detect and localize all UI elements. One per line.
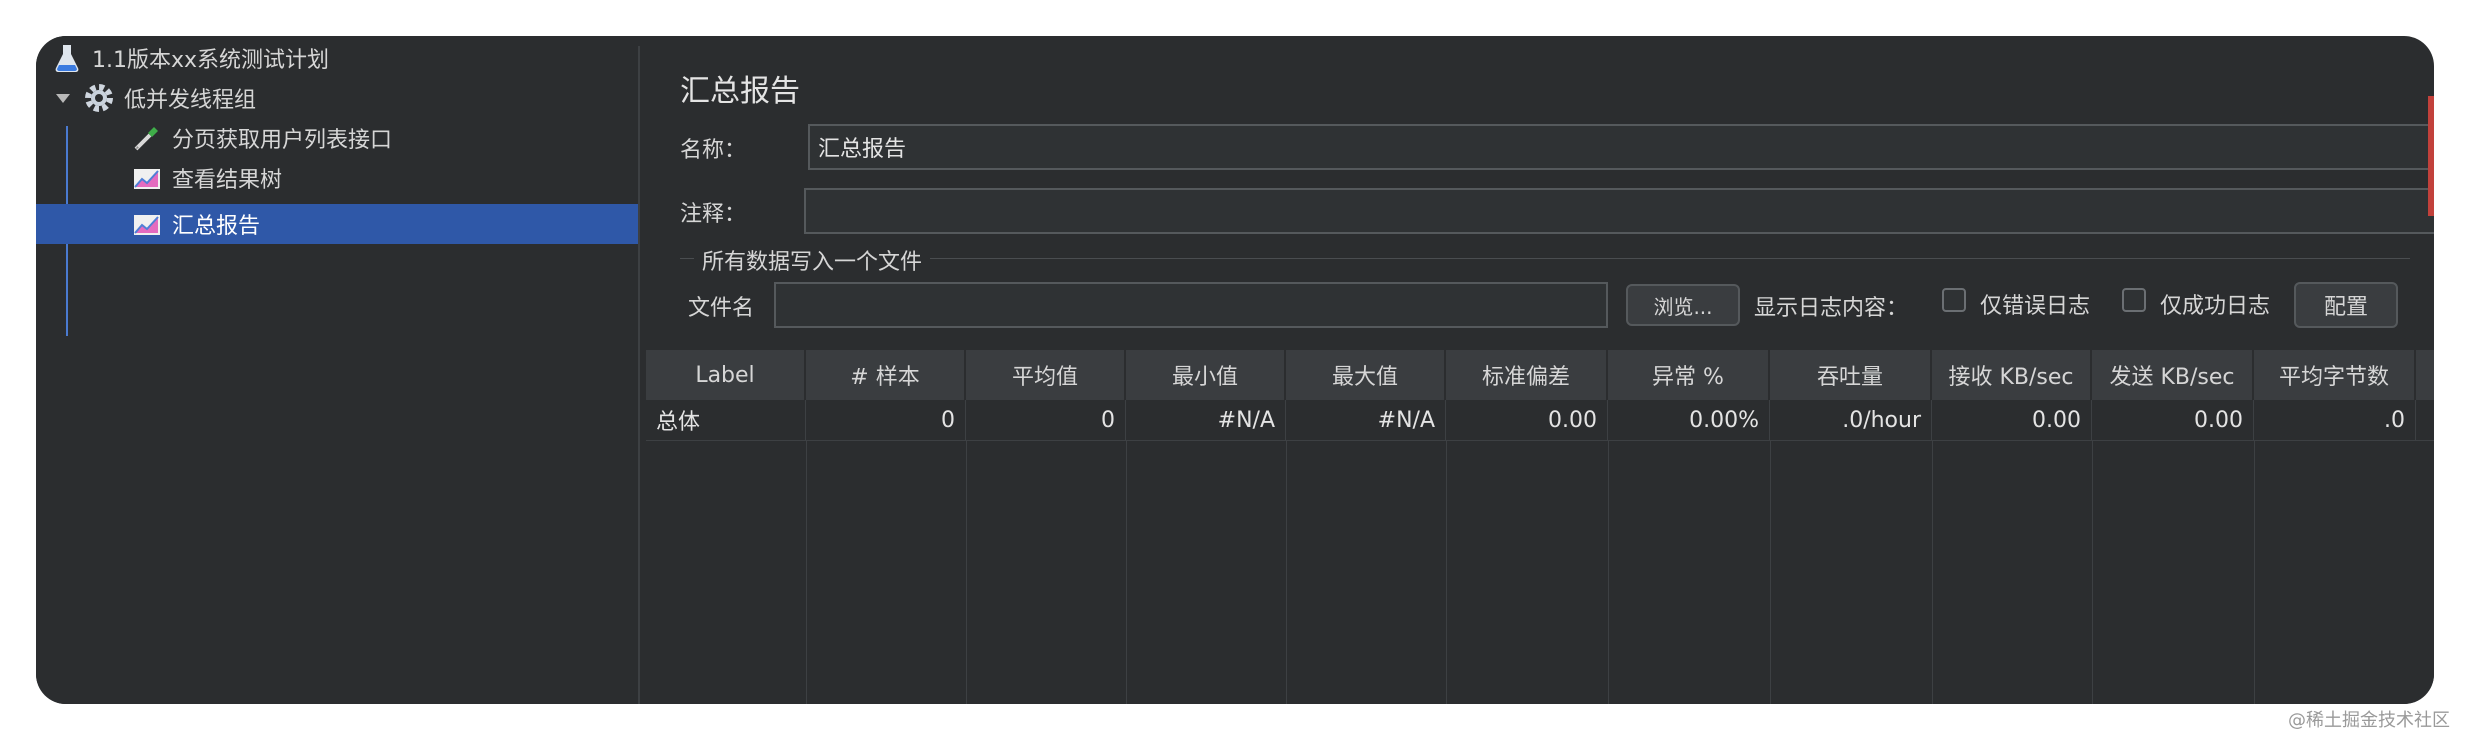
table-header: Label # 样本 平均值 最小值 最大值 标准偏差 异常 % 吞吐量 接收 … xyxy=(646,350,2434,400)
table-cell: .0/hour xyxy=(1770,400,1932,440)
tree-item-label: 查看结果树 xyxy=(172,168,283,193)
window-edge-tab xyxy=(2428,96,2434,216)
column-header[interactable]: 平均字节数 xyxy=(2254,350,2416,400)
comment-field[interactable] xyxy=(804,188,2434,234)
name-label: 名称： xyxy=(680,138,747,163)
column-header[interactable]: 异常 % xyxy=(1608,350,1770,400)
table-cell: 总体 xyxy=(646,400,806,440)
configure-button[interactable]: 配置 xyxy=(2294,282,2398,328)
watermark: @稀土掘金技术社区 xyxy=(2288,710,2450,731)
table-cell: 0 xyxy=(806,400,966,440)
log-display-label: 显示日志内容： xyxy=(1754,296,1909,321)
tree-item-label: 分页获取用户列表接口 xyxy=(172,128,393,153)
errors-only-label: 仅错误日志 xyxy=(1980,294,2091,319)
table-cell: 0.00 xyxy=(2092,400,2254,440)
chart-icon xyxy=(130,161,164,195)
column-divider xyxy=(1286,440,1287,704)
file-name-label: 文件名 xyxy=(688,296,755,321)
tree-item-summary-report[interactable]: 汇总报告 xyxy=(36,204,640,244)
chevron-down-icon[interactable] xyxy=(56,93,70,103)
table-cell: 0.00 xyxy=(1932,400,2092,440)
table-cell: .0 xyxy=(2254,400,2416,440)
comment-label: 注释： xyxy=(680,202,747,227)
table-row[interactable]: 总体 0 0 #N/A #N/A 0.00 0.00% .0/hour 0.00… xyxy=(646,400,2434,441)
tree-item-sampler[interactable]: 分页获取用户列表接口 xyxy=(130,118,392,158)
column-divider xyxy=(2092,440,2093,704)
page-title: 汇总报告 xyxy=(680,74,800,109)
success-only-label: 仅成功日志 xyxy=(2160,294,2271,319)
tree-item-view-results-tree[interactable]: 查看结果树 xyxy=(130,158,282,198)
column-header[interactable]: # 样本 xyxy=(806,350,966,400)
column-divider xyxy=(966,440,967,704)
errors-only-checkbox[interactable] xyxy=(1942,288,1966,312)
group-divider xyxy=(680,258,2410,259)
column-header[interactable]: 平均值 xyxy=(966,350,1126,400)
column-divider xyxy=(1608,440,1609,704)
pipette-icon xyxy=(130,121,164,155)
column-divider xyxy=(1770,440,1771,704)
table-cell: #N/A xyxy=(1126,400,1286,440)
file-name-field[interactable] xyxy=(774,282,1608,328)
column-header[interactable]: 最大值 xyxy=(1286,350,1446,400)
app-window: 1.1版本xx系统测试计划 低并发线程组 分页获取用户列表接口 查看结果树 汇总… xyxy=(36,36,2434,704)
table-cell: #N/A xyxy=(1286,400,1446,440)
summary-report-panel: 汇总报告 名称： 汇总报告 注释： 所有数据写入一个文件 文件名 浏览... 显… xyxy=(646,36,2434,704)
column-divider xyxy=(2254,440,2255,704)
summary-table: Label # 样本 平均值 最小值 最大值 标准偏差 异常 % 吞吐量 接收 … xyxy=(646,350,2434,704)
column-divider xyxy=(806,440,807,704)
gear-icon xyxy=(82,81,116,115)
table-cell: 0.00 xyxy=(1446,400,1608,440)
panel-splitter[interactable] xyxy=(638,46,640,704)
browse-button[interactable]: 浏览... xyxy=(1626,284,1740,326)
name-field[interactable]: 汇总报告 xyxy=(808,124,2434,170)
column-header[interactable]: 标准偏差 xyxy=(1446,350,1608,400)
column-divider xyxy=(1932,440,1933,704)
column-divider xyxy=(1446,440,1447,704)
test-plan-tree: 1.1版本xx系统测试计划 低并发线程组 分页获取用户列表接口 查看结果树 汇总… xyxy=(36,36,640,704)
column-header[interactable]: 最小值 xyxy=(1126,350,1286,400)
chart-icon xyxy=(130,207,164,241)
flask-icon xyxy=(50,41,84,75)
tree-item-label: 低并发线程组 xyxy=(124,88,257,113)
tree-item-label: 汇总报告 xyxy=(172,214,261,239)
column-divider xyxy=(1126,440,1127,704)
tree-item-thread-group[interactable]: 低并发线程组 xyxy=(56,78,256,118)
column-header[interactable]: 接收 KB/sec xyxy=(1932,350,2092,400)
column-header[interactable]: 发送 KB/sec xyxy=(2092,350,2254,400)
file-group-title: 所有数据写入一个文件 xyxy=(694,244,931,276)
column-header[interactable]: 吞吐量 xyxy=(1770,350,1932,400)
tree-item-label: 1.1版本xx系统测试计划 xyxy=(92,48,330,73)
success-only-checkbox[interactable] xyxy=(2122,288,2146,312)
tree-item-test-plan[interactable]: 1.1版本xx系统测试计划 xyxy=(50,38,329,78)
table-cell: 0.00% xyxy=(1608,400,1770,440)
column-header[interactable]: Label xyxy=(646,350,806,400)
table-cell: 0 xyxy=(966,400,1126,440)
